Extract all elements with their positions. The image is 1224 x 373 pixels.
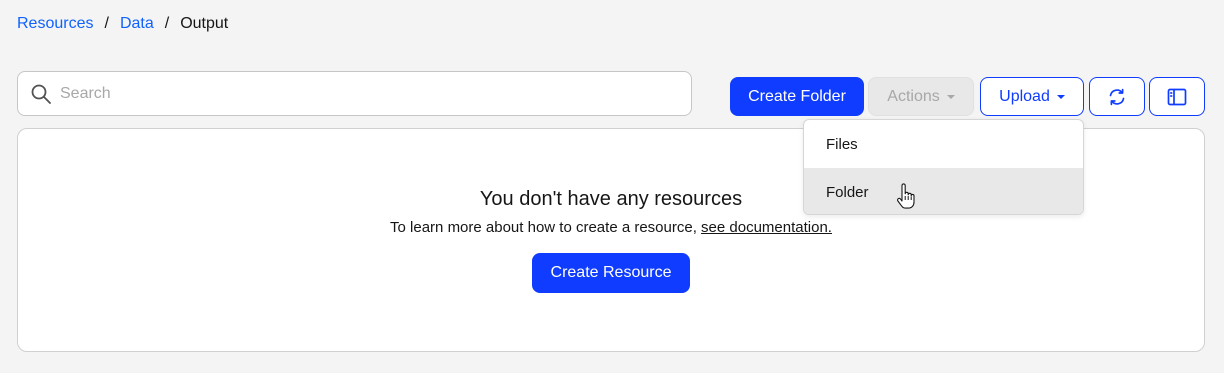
refresh-button[interactable] xyxy=(1089,77,1145,116)
breadcrumb: Resources / Data / Output xyxy=(17,14,228,34)
actions-label: Actions xyxy=(887,87,940,105)
sidebar-panel-icon xyxy=(1167,88,1187,106)
toggle-sidebar-button[interactable] xyxy=(1149,77,1205,116)
breadcrumb-separator: / xyxy=(104,15,109,32)
upload-dropdown-menu: Files Folder xyxy=(803,119,1084,215)
hand-pointer-cursor-icon xyxy=(896,183,916,211)
create-resource-button[interactable]: Create Resource xyxy=(532,253,690,293)
documentation-link[interactable]: see documentation. xyxy=(701,219,832,236)
search-icon xyxy=(30,83,52,105)
breadcrumb-current: Output xyxy=(180,15,229,32)
upload-button[interactable]: Upload xyxy=(980,77,1084,116)
create-folder-label: Create Folder xyxy=(748,87,846,105)
empty-state-text: To learn more about how to create a reso… xyxy=(390,219,697,236)
menu-item-label: Folder xyxy=(826,183,869,201)
refresh-icon xyxy=(1107,87,1127,107)
menu-item-label: Files xyxy=(826,135,858,153)
breadcrumb-link-resources[interactable]: Resources xyxy=(17,14,93,34)
search-input[interactable] xyxy=(60,84,691,103)
empty-state-description: To learn more about how to create a reso… xyxy=(18,219,1204,236)
search-box[interactable] xyxy=(17,71,692,116)
menu-item-files[interactable]: Files xyxy=(804,120,1083,168)
create-folder-button[interactable]: Create Folder xyxy=(730,77,864,116)
caret-down-icon xyxy=(946,94,955,99)
actions-button[interactable]: Actions xyxy=(868,77,974,116)
menu-item-folder[interactable]: Folder xyxy=(804,168,1083,214)
breadcrumb-separator: / xyxy=(164,15,170,32)
create-resource-label: Create Resource xyxy=(550,264,672,281)
caret-down-icon xyxy=(1056,94,1065,99)
upload-label: Upload xyxy=(999,87,1050,105)
breadcrumb-link-data[interactable]: Data xyxy=(120,14,154,34)
